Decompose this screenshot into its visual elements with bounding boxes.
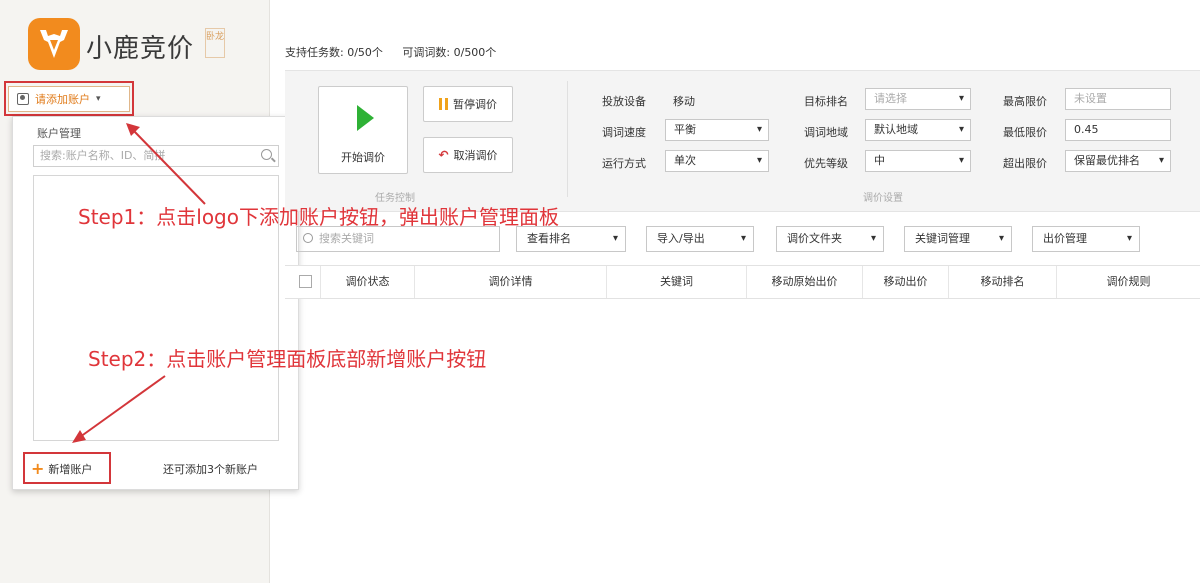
annotation-arrows <box>72 123 206 443</box>
step2-arrow-icon <box>79 375 166 438</box>
step2-annotation: Step2：点击账户管理面板底部新增账户按钮 <box>88 347 487 371</box>
step2-arrowhead-icon <box>72 430 86 443</box>
step1-arrow-icon <box>132 129 206 205</box>
step1-annotation: Step1：点击logo下添加账户按钮，弹出账户管理面板 <box>78 205 559 229</box>
